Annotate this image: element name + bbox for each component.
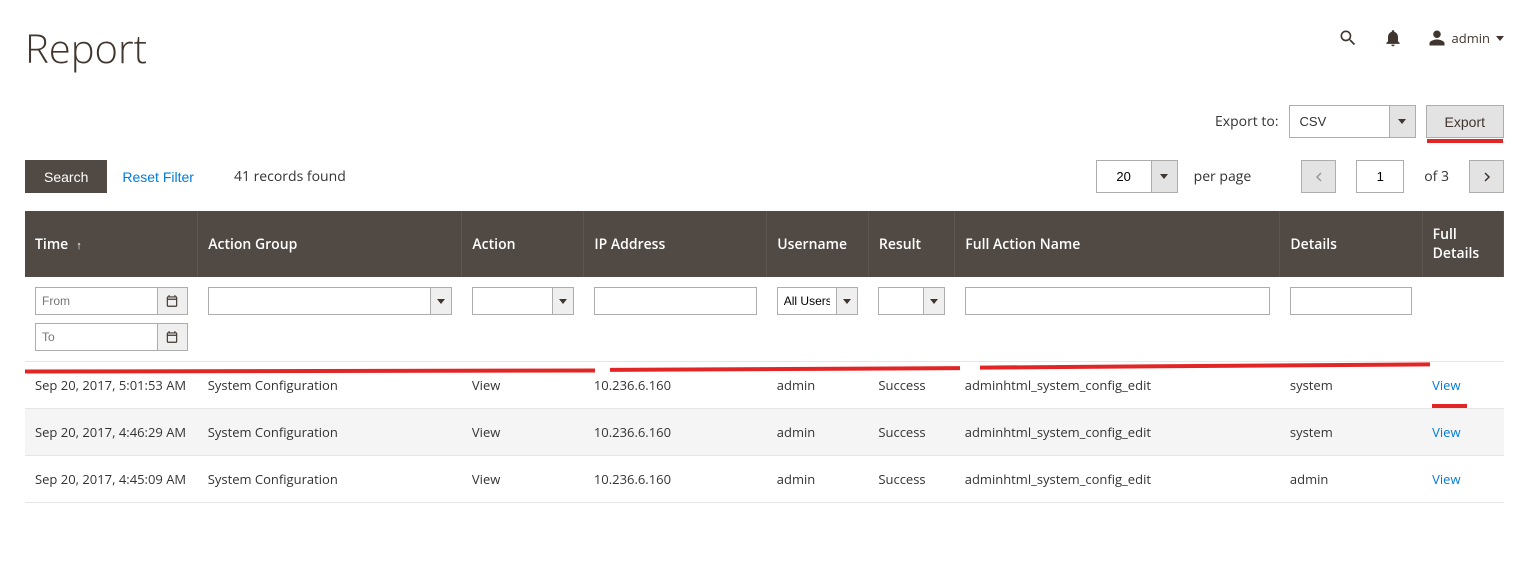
table-cell: System Configuration: [198, 456, 462, 503]
calendar-icon[interactable]: [158, 323, 188, 351]
chevron-down-icon: [1496, 36, 1504, 41]
table-cell: system: [1280, 409, 1422, 456]
export-to-label: Export to:: [1215, 112, 1279, 131]
filter-action-group[interactable]: [208, 287, 452, 315]
table-cell: Success: [868, 456, 954, 503]
table-cell: Success: [868, 409, 954, 456]
col-header-username[interactable]: Username: [767, 211, 869, 277]
chevron-down-icon[interactable]: [1151, 160, 1178, 193]
table-cell: system: [1280, 362, 1422, 409]
per-page-select[interactable]: [1096, 160, 1178, 193]
table-row: Sep 20, 2017, 4:45:09 AMSystem Configura…: [25, 456, 1504, 503]
filter-result[interactable]: [878, 287, 944, 315]
chevron-left-icon: [1314, 172, 1324, 182]
per-page-value[interactable]: [1096, 160, 1151, 193]
view-details-link[interactable]: View: [1432, 423, 1460, 441]
chevron-down-icon[interactable]: [430, 287, 452, 315]
table-cell: View: [462, 409, 584, 456]
col-header-action-group[interactable]: Action Group: [198, 211, 462, 277]
page-current-input[interactable]: [1356, 160, 1404, 193]
filter-action-input[interactable]: [472, 287, 552, 315]
table-cell: 10.236.6.160: [584, 409, 767, 456]
table-cell: View: [1422, 409, 1503, 456]
records-found-label: 41 records found: [234, 167, 346, 186]
calendar-icon[interactable]: [158, 287, 188, 315]
filter-action[interactable]: [472, 287, 574, 315]
filter-result-input[interactable]: [878, 287, 922, 315]
pager-prev-button[interactable]: [1301, 160, 1336, 193]
chevron-down-icon[interactable]: [836, 287, 858, 315]
filter-ip-input[interactable]: [594, 287, 757, 315]
chevron-down-icon[interactable]: [923, 287, 945, 315]
table-cell: Sep 20, 2017, 4:46:29 AM: [25, 409, 198, 456]
export-button[interactable]: Export: [1426, 105, 1504, 138]
filter-time-to-input[interactable]: [35, 323, 158, 351]
table-cell: adminhtml_system_config_edit: [955, 456, 1280, 503]
export-format-value[interactable]: [1289, 105, 1389, 138]
table-cell: Sep 20, 2017, 4:45:09 AM: [25, 456, 198, 503]
page-title: Report: [25, 20, 147, 75]
page-of-label: of 3: [1424, 167, 1449, 186]
col-header-details[interactable]: Details: [1280, 211, 1422, 277]
filter-username[interactable]: [777, 287, 859, 315]
bell-icon[interactable]: [1383, 28, 1403, 48]
table-cell: admin: [767, 409, 869, 456]
table-cell: View: [1422, 362, 1503, 409]
filter-time-from[interactable]: [35, 287, 188, 315]
view-details-link[interactable]: View: [1432, 376, 1460, 394]
filter-time-from-input[interactable]: [35, 287, 158, 315]
table-cell: admin: [767, 456, 869, 503]
export-format-select[interactable]: [1289, 105, 1416, 138]
table-cell: 10.236.6.160: [584, 456, 767, 503]
view-details-link[interactable]: View: [1432, 470, 1460, 488]
table-cell: adminhtml_system_config_edit: [955, 409, 1280, 456]
filter-action-group-input[interactable]: [208, 287, 430, 315]
admin-user-label: admin: [1452, 29, 1490, 47]
per-page-label: per page: [1194, 167, 1252, 186]
sort-asc-icon: ↑: [76, 238, 82, 253]
table-cell: View: [1422, 456, 1503, 503]
admin-user-menu[interactable]: admin: [1428, 29, 1504, 47]
user-icon: [1428, 29, 1446, 47]
col-header-action[interactable]: Action: [462, 211, 584, 277]
col-header-full-details[interactable]: Full Details: [1422, 211, 1503, 277]
filter-details-input[interactable]: [1290, 287, 1412, 315]
pager-next-button[interactable]: [1469, 160, 1504, 193]
search-icon[interactable]: [1338, 28, 1358, 48]
chevron-right-icon: [1482, 172, 1492, 182]
table-cell: View: [462, 456, 584, 503]
search-button[interactable]: Search: [25, 160, 107, 193]
reset-filter-link[interactable]: Reset Filter: [107, 169, 209, 185]
table-row: Sep 20, 2017, 4:46:29 AMSystem Configura…: [25, 409, 1504, 456]
table-cell: admin: [1280, 456, 1422, 503]
filter-full-action-input[interactable]: [965, 287, 1270, 315]
col-header-ip[interactable]: IP Address: [584, 211, 767, 277]
table-cell: System Configuration: [198, 409, 462, 456]
col-header-time[interactable]: Time↑: [25, 211, 198, 277]
filter-time-to[interactable]: [35, 323, 188, 351]
filter-username-input[interactable]: [777, 287, 837, 315]
report-grid: Time↑ Action Group Action IP Address Use…: [25, 211, 1504, 503]
col-header-full-action[interactable]: Full Action Name: [955, 211, 1280, 277]
chevron-down-icon[interactable]: [1389, 105, 1416, 138]
chevron-down-icon[interactable]: [552, 287, 574, 315]
col-header-result[interactable]: Result: [868, 211, 954, 277]
